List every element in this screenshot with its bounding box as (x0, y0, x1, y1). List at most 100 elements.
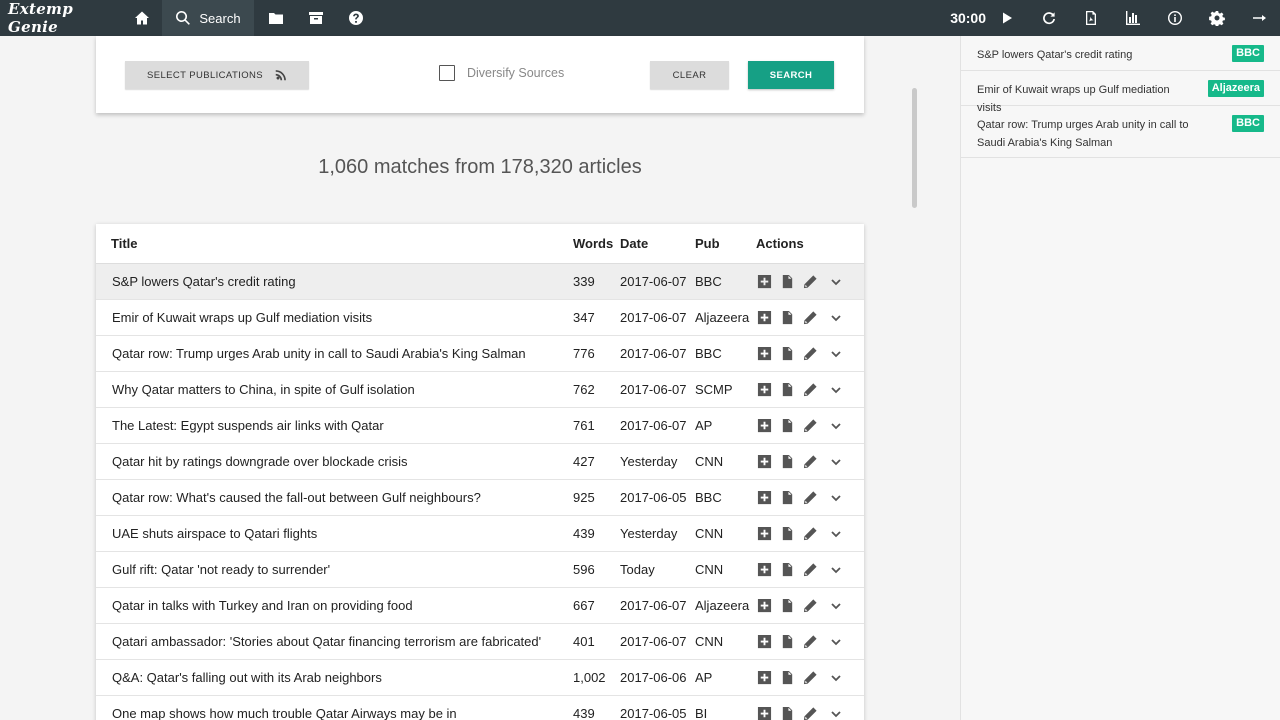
document-icon[interactable] (779, 490, 795, 506)
pencil-icon[interactable] (802, 526, 818, 542)
article-title[interactable]: S&P lowers Qatar's credit rating (96, 274, 573, 289)
document-icon[interactable] (779, 310, 795, 326)
plus-square-icon[interactable] (756, 598, 772, 614)
chevron-down-icon[interactable] (828, 598, 844, 614)
article-title[interactable]: Gulf rift: Qatar 'not ready to surrender… (96, 562, 573, 577)
table-row[interactable]: Qatar hit by ratings downgrade over bloc… (96, 444, 864, 480)
results-scrollbar[interactable] (912, 88, 917, 208)
header-date[interactable]: Date (620, 236, 695, 251)
table-row[interactable]: Qatari ambassador: 'Stories about Qatar … (96, 624, 864, 660)
saved-article-item[interactable]: Qatar row: Trump urges Arab unity in cal… (961, 106, 1280, 158)
chevron-down-icon[interactable] (828, 670, 844, 686)
pencil-icon[interactable] (802, 706, 818, 720)
document-icon[interactable] (779, 670, 795, 686)
document-icon[interactable] (779, 274, 795, 290)
document-icon[interactable] (779, 598, 795, 614)
app-logo[interactable]: Extemp Genie (0, 0, 122, 36)
article-title[interactable]: Qatar row: What's caused the fall-out be… (96, 490, 573, 505)
plus-square-icon[interactable] (756, 454, 772, 470)
logout-button[interactable] (1238, 0, 1280, 36)
article-title[interactable]: Q&A: Qatar's falling out with its Arab n… (96, 670, 573, 685)
chevron-down-icon[interactable] (828, 634, 844, 650)
clear-button[interactable]: CLEAR (650, 61, 729, 89)
article-title[interactable]: Emir of Kuwait wraps up Gulf mediation v… (96, 310, 573, 325)
header-words[interactable]: Words (573, 236, 620, 251)
plus-square-icon[interactable] (756, 562, 772, 578)
pencil-icon[interactable] (802, 418, 818, 434)
table-row[interactable]: Qatar row: What's caused the fall-out be… (96, 480, 864, 516)
search-nav-button[interactable]: Search (162, 0, 254, 36)
search-button[interactable]: SEARCH (748, 61, 834, 89)
article-title[interactable]: Why Qatar matters to China, in spite of … (96, 382, 573, 397)
settings-button[interactable] (1196, 0, 1238, 36)
pencil-icon[interactable] (802, 490, 818, 506)
plus-square-icon[interactable] (756, 634, 772, 650)
diversify-sources-checkbox[interactable] (439, 65, 455, 81)
chevron-down-icon[interactable] (828, 454, 844, 470)
select-publications-button[interactable]: SELECT PUBLICATIONS (125, 61, 309, 89)
plus-square-icon[interactable] (756, 706, 772, 720)
chevron-down-icon[interactable] (828, 706, 844, 720)
pencil-icon[interactable] (802, 310, 818, 326)
table-row[interactable]: One map shows how much trouble Qatar Air… (96, 696, 864, 720)
document-icon[interactable] (779, 562, 795, 578)
pencil-icon[interactable] (802, 382, 818, 398)
document-icon[interactable] (779, 418, 795, 434)
document-icon[interactable] (779, 454, 795, 470)
header-pub[interactable]: Pub (695, 236, 756, 251)
document-icon[interactable] (779, 526, 795, 542)
chevron-down-icon[interactable] (828, 418, 844, 434)
article-title[interactable]: UAE shuts airspace to Qatari flights (96, 526, 573, 541)
article-title[interactable]: Qatari ambassador: 'Stories about Qatar … (96, 634, 573, 649)
table-row[interactable]: Emir of Kuwait wraps up Gulf mediation v… (96, 300, 864, 336)
plus-square-icon[interactable] (756, 346, 772, 362)
article-title[interactable]: Qatar in talks with Turkey and Iran on p… (96, 598, 573, 613)
header-title[interactable]: Title (96, 236, 573, 251)
play-button[interactable] (986, 0, 1028, 36)
chevron-down-icon[interactable] (828, 490, 844, 506)
pencil-icon[interactable] (802, 274, 818, 290)
chevron-down-icon[interactable] (828, 526, 844, 542)
plus-square-icon[interactable] (756, 490, 772, 506)
help-button[interactable] (336, 0, 376, 36)
folder-button[interactable] (256, 0, 296, 36)
article-title[interactable]: One map shows how much trouble Qatar Air… (96, 706, 573, 720)
chevron-down-icon[interactable] (828, 382, 844, 398)
chevron-down-icon[interactable] (828, 310, 844, 326)
chevron-down-icon[interactable] (828, 274, 844, 290)
article-title[interactable]: The Latest: Egypt suspends air links wit… (96, 418, 573, 433)
chevron-down-icon[interactable] (828, 562, 844, 578)
article-title[interactable]: Qatar hit by ratings downgrade over bloc… (96, 454, 573, 469)
document-icon[interactable] (779, 346, 795, 362)
pencil-icon[interactable] (802, 670, 818, 686)
stats-button[interactable] (1112, 0, 1154, 36)
plus-square-icon[interactable] (756, 418, 772, 434)
article-title[interactable]: Qatar row: Trump urges Arab unity in cal… (96, 346, 573, 361)
pdf-button[interactable] (1070, 0, 1112, 36)
plus-square-icon[interactable] (756, 274, 772, 290)
home-button[interactable] (122, 0, 162, 36)
table-row[interactable]: Qatar row: Trump urges Arab unity in cal… (96, 336, 864, 372)
diversify-sources-option[interactable]: Diversify Sources (439, 65, 564, 81)
table-row[interactable]: Qatar in talks with Turkey and Iran on p… (96, 588, 864, 624)
pencil-icon[interactable] (802, 598, 818, 614)
table-row[interactable]: Why Qatar matters to China, in spite of … (96, 372, 864, 408)
archive-button[interactable] (296, 0, 336, 36)
plus-square-icon[interactable] (756, 382, 772, 398)
plus-square-icon[interactable] (756, 310, 772, 326)
info-button[interactable] (1154, 0, 1196, 36)
document-icon[interactable] (779, 382, 795, 398)
table-row[interactable]: Gulf rift: Qatar 'not ready to surrender… (96, 552, 864, 588)
table-row[interactable]: S&P lowers Qatar's credit rating 339 2017-… (96, 264, 864, 300)
saved-article-item[interactable]: Emir of Kuwait wraps up Gulf mediation v… (961, 71, 1280, 114)
plus-square-icon[interactable] (756, 526, 772, 542)
saved-article-item[interactable]: S&P lowers Qatar's credit rating BBC (961, 36, 1280, 71)
table-row[interactable]: Q&A: Qatar's falling out with its Arab n… (96, 660, 864, 696)
chevron-down-icon[interactable] (828, 346, 844, 362)
table-row[interactable]: The Latest: Egypt suspends air links wit… (96, 408, 864, 444)
pencil-icon[interactable] (802, 634, 818, 650)
document-icon[interactable] (779, 634, 795, 650)
pencil-icon[interactable] (802, 454, 818, 470)
plus-square-icon[interactable] (756, 670, 772, 686)
refresh-button[interactable] (1028, 0, 1070, 36)
